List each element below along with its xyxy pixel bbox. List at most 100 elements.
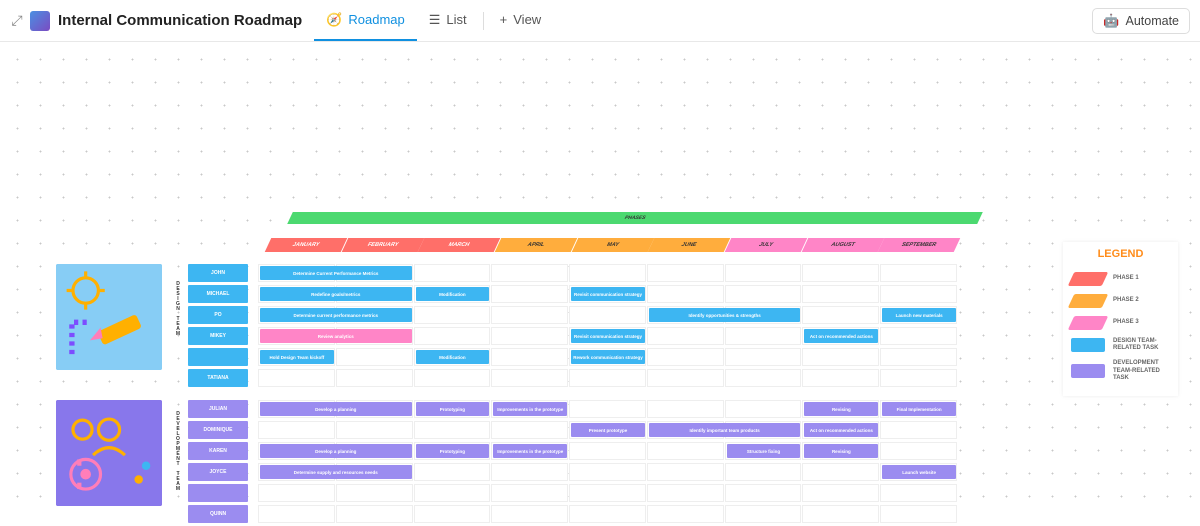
person-name <box>188 348 248 366</box>
legend-label: PHASE 1 <box>1113 275 1139 282</box>
design-team-vlabel: DESIGN TEAM <box>172 282 184 337</box>
task-row <box>258 505 958 523</box>
month-cell: APRIL <box>495 238 577 252</box>
task-bar[interactable]: Modification <box>416 350 490 364</box>
person-name: JOHN <box>188 264 248 282</box>
view-list[interactable]: ☰ List <box>417 0 479 41</box>
automate-label: Automate <box>1125 14 1179 28</box>
phases-band: PHASES <box>287 212 983 224</box>
legend-row: PHASE 2 <box>1067 290 1174 312</box>
task-bar[interactable]: Prototyping <box>416 444 490 458</box>
task-bar[interactable]: Identify opportunities & strengths <box>649 308 801 322</box>
legend-title: LEGEND <box>1067 248 1174 260</box>
dev-names: JULIAN DOMINIQUE KAREN JOYCE QUINN <box>188 400 248 526</box>
dev-grid: Develop a planningPrototypingImprovement… <box>258 400 958 526</box>
view-label: View <box>513 12 541 27</box>
task-bar[interactable]: Act on recommended actions <box>804 423 878 437</box>
person-name: PO <box>188 306 248 324</box>
legend-swatch <box>1068 272 1109 286</box>
legend-label: DEVELOPMENT TEAM-RELATED TASK <box>1113 360 1170 382</box>
app-header: ⤢ Internal Communication Roadmap 🧭 Roadm… <box>0 0 1200 42</box>
design-names: JOHNMICHAELPOMIKEYTATIANA <box>188 264 248 390</box>
legend-row: PHASE 3 <box>1067 312 1174 334</box>
board-icon <box>30 11 50 31</box>
legend-row: DEVELOPMENT TEAM-RELATED TASK <box>1067 356 1174 386</box>
task-bar[interactable]: Act on recommended actions <box>804 329 878 343</box>
task-bar[interactable]: Revising <box>804 402 878 416</box>
canvas[interactable]: LEGEND PHASE 1 PHASE 2 PHASE 3 DESIGN TEAM-… <box>0 42 1200 502</box>
task-row <box>258 484 958 502</box>
view-add[interactable]: + View <box>488 0 554 41</box>
month-cell: MAY <box>571 238 653 252</box>
task-bar[interactable]: Review analytics <box>260 329 412 343</box>
task-bar[interactable]: Determine Current Performance Metrics <box>260 266 412 280</box>
person-name: QUINN <box>188 505 248 523</box>
task-bar[interactable]: Develop a planning <box>260 444 412 458</box>
view-roadmap[interactable]: 🧭 Roadmap <box>314 0 417 41</box>
dev-team-image <box>56 400 162 506</box>
month-cell: JUNE <box>648 238 730 252</box>
month-cell: MARCH <box>418 238 500 252</box>
list-icon: ☰ <box>429 12 441 28</box>
month-cell: SEPTEMBER <box>878 238 960 252</box>
legend-label: DESIGN TEAM-RELATED TASK <box>1113 338 1170 352</box>
task-bar[interactable]: Prototyping <box>416 402 490 416</box>
person-name: MICHAEL <box>188 285 248 303</box>
divider <box>483 12 484 30</box>
task-row: Determine current performance metrics Ide… <box>258 306 958 324</box>
task-bar[interactable]: Rework communication strategy <box>571 350 645 364</box>
legend-label: PHASE 3 <box>1113 319 1139 326</box>
plus-icon: + <box>500 12 508 27</box>
person-name: DOMINIQUE <box>188 421 248 439</box>
person-name: MIKEY <box>188 327 248 345</box>
task-row: Present prototype Identify important team… <box>258 421 958 439</box>
task-row: Determine Current Performance Metrics <box>258 264 958 282</box>
month-cell: FEBRUARY <box>341 238 423 252</box>
task-bar[interactable]: Final Implementation <box>882 402 956 416</box>
task-row: Develop a planning PrototypingImprovement… <box>258 400 958 418</box>
task-bar[interactable]: Improvements in the prototype <box>493 402 567 416</box>
legend-swatch <box>1071 338 1105 352</box>
task-bar[interactable]: Launch website <box>882 465 956 479</box>
task-row <box>258 369 958 387</box>
task-bar[interactable]: Revising <box>804 444 878 458</box>
legend-swatch <box>1068 316 1109 330</box>
view-switcher: 🧭 Roadmap ☰ List + View <box>314 0 553 41</box>
task-bar[interactable]: Present prototype <box>571 423 645 437</box>
design-grid: Determine Current Performance Metrics Red… <box>258 264 958 390</box>
task-bar[interactable]: Identify important team products <box>649 423 801 437</box>
task-bar[interactable]: Structure fixing <box>727 444 801 458</box>
view-label: List <box>446 12 466 27</box>
design-team-image <box>56 264 162 370</box>
month-cell: JANUARY <box>265 238 347 252</box>
person-name: KAREN <box>188 442 248 460</box>
task-bar[interactable]: Redefine goals/metrics <box>260 287 412 301</box>
task-bar[interactable]: Improvements in the prototype <box>493 444 567 458</box>
task-bar[interactable]: Modification <box>416 287 490 301</box>
person-name: JOYCE <box>188 463 248 481</box>
task-row: Review analytics Revisit communication st… <box>258 327 958 345</box>
roadmap-icon: 🧭 <box>326 12 342 28</box>
task-bar[interactable]: Launch new materials <box>882 308 956 322</box>
task-bar[interactable]: Determine current performance metrics <box>260 308 412 322</box>
month-cell: JULY <box>725 238 807 252</box>
task-bar[interactable]: Hold Design Team kickoff <box>260 350 334 364</box>
person-name: JULIAN <box>188 400 248 418</box>
month-cell: AUGUST <box>801 238 883 252</box>
expand-icon[interactable]: ⤢ <box>10 14 24 28</box>
month-header: JANUARYFEBRUARYMARCHAPRILMAYJUNEJULYAUGU… <box>268 238 958 252</box>
legend-label: PHASE 2 <box>1113 297 1139 304</box>
dev-team-vlabel: DEVELOPMENT TEAM <box>172 412 184 492</box>
robot-icon: 🤖 <box>1103 13 1119 29</box>
task-bar[interactable]: Develop a planning <box>260 402 412 416</box>
view-label: Roadmap <box>348 12 404 27</box>
task-bar[interactable]: Determine supply and resources needs <box>260 465 412 479</box>
task-row: Develop a planning PrototypingImprovement… <box>258 442 958 460</box>
task-bar[interactable]: Revisit communication strategy <box>571 329 645 343</box>
legend-card: LEGEND PHASE 1 PHASE 2 PHASE 3 DESIGN TEAM-… <box>1063 242 1178 396</box>
task-bar[interactable]: Revisit communication strategy <box>571 287 645 301</box>
legend-row: PHASE 1 <box>1067 268 1174 290</box>
automate-button[interactable]: 🤖 Automate <box>1092 8 1190 34</box>
legend-swatch <box>1068 294 1109 308</box>
person-name <box>188 484 248 502</box>
